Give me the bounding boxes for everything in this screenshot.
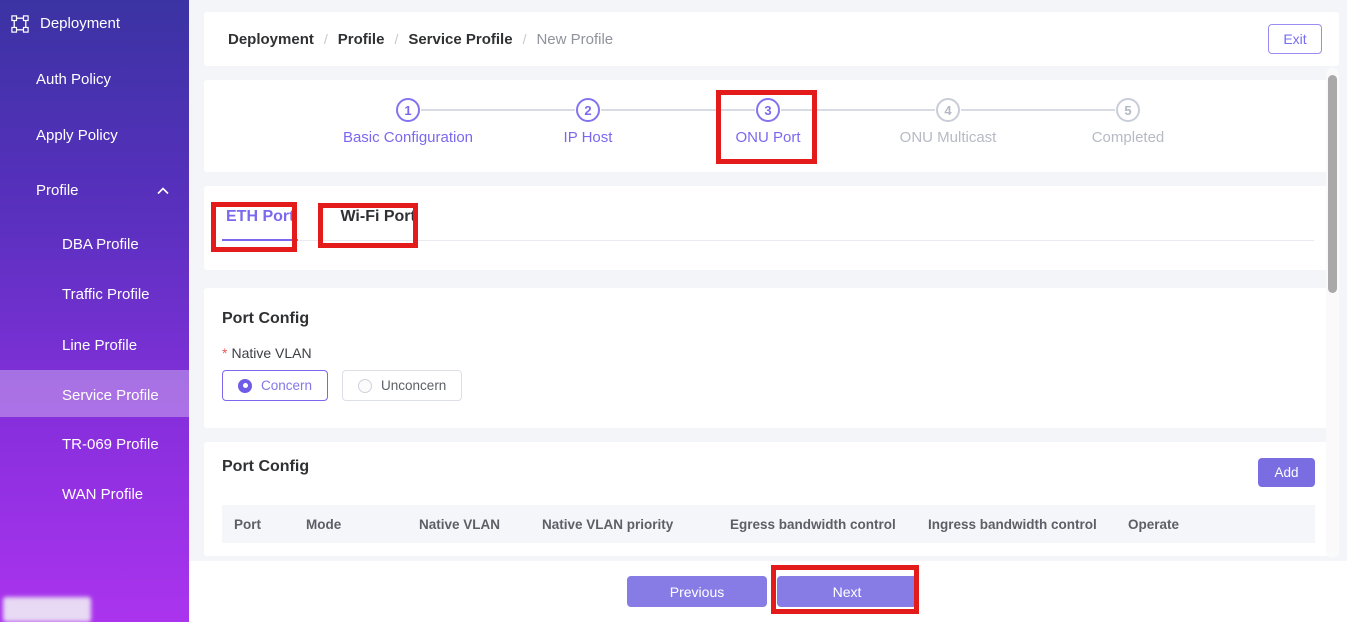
sidebar: Deployment Auth Policy Apply Policy Prof… xyxy=(0,0,189,622)
sidebar-item-traffic-profile[interactable]: Traffic Profile xyxy=(0,278,189,312)
native-vlan-field-label: *Native VLAN xyxy=(222,345,1315,361)
tab-eth-port[interactable]: ETH Port xyxy=(222,208,298,241)
step-connector xyxy=(781,109,935,111)
sidebar-item-label: Profile xyxy=(36,182,79,199)
tab-wifi-port[interactable]: Wi-Fi Port xyxy=(336,208,419,240)
step-label-completed: Completed xyxy=(1038,129,1218,146)
column-header-egress-bandwidth: Egress bandwidth control xyxy=(730,517,928,532)
exit-button[interactable]: Exit xyxy=(1268,24,1322,54)
breadcrumb-separator: / xyxy=(314,31,338,47)
sidebar-item-profile[interactable]: Profile xyxy=(0,174,189,208)
column-header-port: Port xyxy=(234,517,306,532)
sidebar-item-dba-profile[interactable]: DBA Profile xyxy=(0,228,189,262)
column-header-native-vlan-priority: Native VLAN priority xyxy=(542,517,730,532)
footer-bar: Previous Next xyxy=(189,561,1347,622)
radio-option-unconcern[interactable]: Unconcern xyxy=(342,370,462,401)
column-header-operate: Operate xyxy=(1128,517,1315,532)
step-circle-3: 3 xyxy=(756,98,780,122)
breadcrumb-card: Deployment / Profile / Service Profile /… xyxy=(204,12,1339,66)
next-button[interactable]: Next xyxy=(777,576,917,607)
port-config-card: Port Config *Native VLAN Concern Unconce… xyxy=(204,288,1339,428)
stepper-card: 1 2 3 4 5 Basic Configuration IP Host ON… xyxy=(204,80,1339,172)
column-header-mode: Mode xyxy=(306,517,419,532)
breadcrumb-item[interactable]: Deployment xyxy=(228,31,314,48)
sidebar-item-label: Line Profile xyxy=(62,337,137,354)
blurred-watermark xyxy=(3,597,91,622)
vertical-scrollbar-track[interactable] xyxy=(1326,68,1339,558)
breadcrumb-item[interactable]: Service Profile xyxy=(408,31,512,48)
sidebar-item-label: DBA Profile xyxy=(62,236,139,253)
sidebar-item-deployment[interactable]: Deployment xyxy=(0,7,189,41)
chevron-up-icon xyxy=(157,187,169,195)
sidebar-item-label: WAN Profile xyxy=(62,486,143,503)
column-header-native-vlan: Native VLAN xyxy=(419,517,542,532)
section-title: Port Config xyxy=(222,310,1315,328)
step-circle-1: 1 xyxy=(396,98,420,122)
breadcrumb-item-current: New Profile xyxy=(536,31,613,48)
sidebar-item-label: Auth Policy xyxy=(36,71,111,88)
step-circle-4: 4 xyxy=(936,98,960,122)
step-label-onu-multicast: ONU Multicast xyxy=(858,129,1038,146)
radio-selected-icon xyxy=(238,379,252,393)
radio-unselected-icon xyxy=(358,379,372,393)
step-label-onu-port: ONU Port xyxy=(678,129,858,146)
step-label-basic-configuration: Basic Configuration xyxy=(318,129,498,146)
previous-button[interactable]: Previous xyxy=(627,576,767,607)
radio-option-concern[interactable]: Concern xyxy=(222,370,328,401)
tabs-card: ETH Port Wi-Fi Port xyxy=(204,186,1339,270)
step-label-ip-host: IP Host xyxy=(498,129,678,146)
sidebar-item-apply-policy[interactable]: Apply Policy xyxy=(0,119,189,153)
deployment-transform-icon xyxy=(11,15,29,33)
port-table-card: Port Config Add Port Mode Native VLAN Na… xyxy=(204,442,1339,556)
sidebar-item-auth-policy[interactable]: Auth Policy xyxy=(0,63,189,97)
breadcrumb-separator: / xyxy=(384,31,408,47)
sidebar-item-label: Deployment xyxy=(40,15,120,32)
sidebar-item-service-profile[interactable]: Service Profile xyxy=(0,379,189,413)
sidebar-item-label: Service Profile xyxy=(62,387,159,404)
sidebar-item-label: Traffic Profile xyxy=(62,286,150,303)
column-header-ingress-bandwidth: Ingress bandwidth control xyxy=(928,517,1128,532)
sidebar-item-label: Apply Policy xyxy=(36,127,118,144)
breadcrumb-separator: / xyxy=(513,31,537,47)
step-connector xyxy=(601,109,755,111)
sidebar-item-label: TR-069 Profile xyxy=(62,436,159,453)
step-circle-5: 5 xyxy=(1116,98,1140,122)
section-title: Port Config xyxy=(222,458,1315,476)
step-connector xyxy=(421,109,575,111)
table-header-row: Port Mode Native VLAN Native VLAN priori… xyxy=(222,505,1315,543)
field-label-text: Native VLAN xyxy=(231,345,311,361)
sidebar-item-tr069-profile[interactable]: TR-069 Profile xyxy=(0,428,189,462)
vertical-scrollbar-thumb[interactable] xyxy=(1328,75,1337,293)
tab-bar: ETH Port Wi-Fi Port xyxy=(222,208,1314,241)
sidebar-item-wan-profile[interactable]: WAN Profile xyxy=(0,478,189,512)
sidebar-item-line-profile[interactable]: Line Profile xyxy=(0,329,189,363)
step-circle-2: 2 xyxy=(576,98,600,122)
add-button[interactable]: Add xyxy=(1258,458,1315,487)
native-vlan-options: Concern Unconcern xyxy=(222,370,1315,401)
required-asterisk: * xyxy=(222,345,227,361)
breadcrumb-item[interactable]: Profile xyxy=(338,31,385,48)
radio-option-label: Unconcern xyxy=(381,378,446,393)
step-connector xyxy=(961,109,1115,111)
radio-option-label: Concern xyxy=(261,378,312,393)
